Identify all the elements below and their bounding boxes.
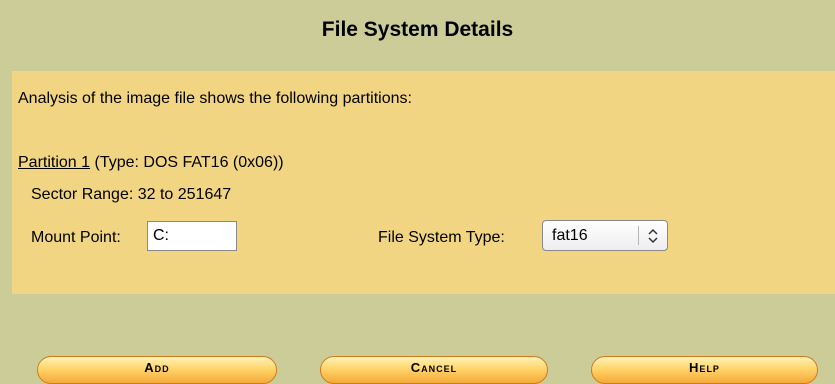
mount-point-label: Mount Point:: [31, 229, 121, 246]
cancel-button[interactable]: Cancel: [320, 356, 548, 384]
partition-panel: Analysis of the image file shows the fol…: [12, 71, 835, 294]
partition-1-link[interactable]: Partition 1: [18, 154, 90, 171]
file-system-type-select[interactable]: fat16: [542, 220, 668, 251]
analysis-intro-text: Analysis of the image file shows the fol…: [18, 90, 412, 107]
help-button[interactable]: Help: [591, 356, 818, 384]
add-button[interactable]: Add: [37, 356, 277, 384]
select-divider: [638, 226, 639, 245]
partition-type-text: (Type: DOS FAT16 (0x06)): [94, 154, 284, 171]
mount-point-input[interactable]: [147, 221, 237, 251]
up-down-chevron-icon: [648, 228, 658, 244]
partition-heading: Partition 1 (Type: DOS FAT16 (0x06)): [18, 154, 284, 172]
file-system-type-label: File System Type:: [378, 229, 505, 246]
sector-range-text: Sector Range: 32 to 251647: [31, 186, 232, 203]
page-title: File System Details: [321, 18, 514, 41]
file-system-type-value: fat16: [552, 227, 588, 244]
